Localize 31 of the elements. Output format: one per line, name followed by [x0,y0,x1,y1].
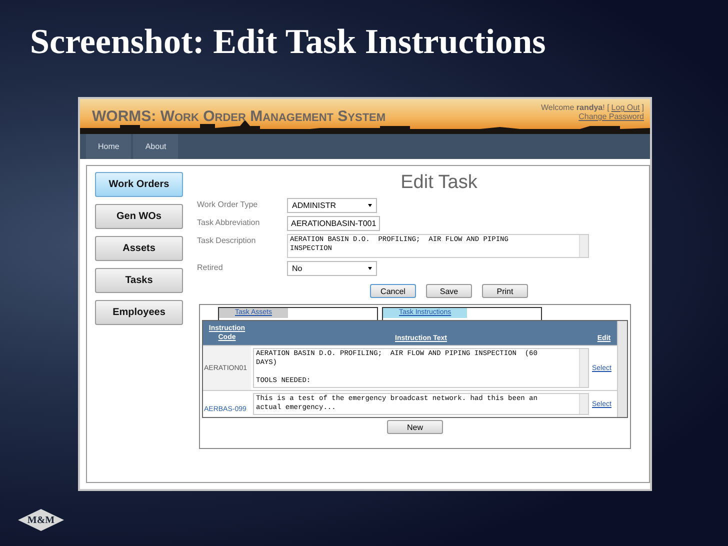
new-button[interactable]: New [387,420,443,434]
scrollbar[interactable] [579,349,588,387]
field-label: Retired [197,262,224,274]
form-button[interactable]: Print [482,284,528,298]
page-title: Edit Task [400,172,478,194]
welcome-text: Welcome randya! [ [540,103,610,112]
slide-title: Screenshot: Edit Task Instructions [29,21,547,63]
sidebar-button[interactable]: Assets [95,236,183,261]
logo-text: M&M [27,514,55,526]
nav-menu-item[interactable]: Home [86,134,132,159]
scrollbar[interactable] [579,235,588,257]
input-field[interactable]: AERATIONBASIN-T001 [287,216,380,231]
sidebar-button[interactable]: Employees [95,300,183,325]
field-label: Task Abbreviation [197,217,261,229]
dropdown[interactable]: No [287,261,377,276]
form-button[interactable]: Cancel [370,284,416,298]
sidebar-button[interactable]: Gen WOs [95,204,183,229]
logout-link[interactable]: Log Out [611,103,640,112]
field-label: Work Order Type [197,199,259,211]
sidebar-button[interactable]: Tasks [95,268,183,293]
form-button[interactable]: Save [426,284,472,298]
caret-icon [368,204,372,207]
nav-menu-item[interactable]: About [133,134,178,159]
scrollbar[interactable] [579,394,588,414]
scrollbar[interactable] [617,321,627,417]
bracket-text: ] [642,103,644,112]
dropdown[interactable]: ADMINISTR [287,198,377,213]
sidebar-button[interactable]: Work Orders [95,172,183,197]
app-title: WORMS: Work Order Management System [91,107,386,125]
caret-icon [368,267,372,270]
field-label: Task Description [197,235,257,247]
